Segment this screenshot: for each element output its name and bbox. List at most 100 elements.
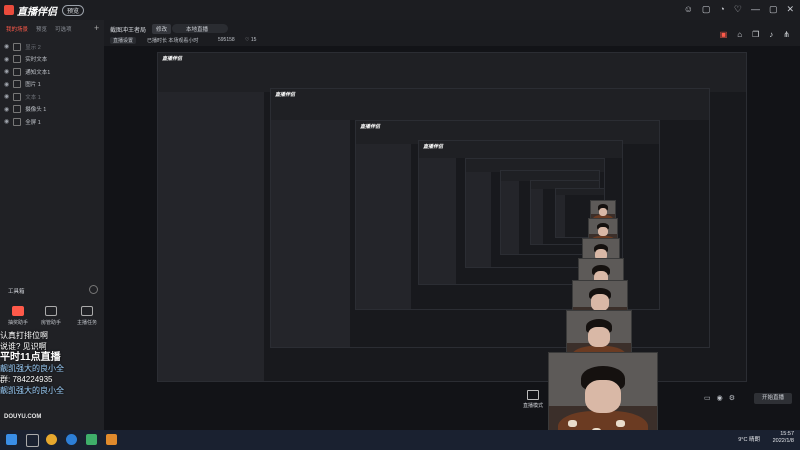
eye-icon[interactable]: ◉ xyxy=(4,81,9,88)
lock-icon[interactable] xyxy=(13,55,22,63)
edge-icon[interactable] xyxy=(66,434,77,445)
bottom-controls: ▭ ◉ ⚙ xyxy=(704,394,735,402)
eye-icon[interactable]: ◉ xyxy=(4,118,9,125)
app-badge[interactable]: 预览 xyxy=(62,4,85,16)
user-icon xyxy=(45,306,57,316)
tool-label: 主播任务 xyxy=(76,320,97,326)
window-control-icon[interactable]: ♡ xyxy=(734,4,742,15)
tool-lottery[interactable]: 抽奖助手 xyxy=(3,306,33,326)
stat-likes: ♡ 15 xyxy=(245,37,257,43)
window-control-icon[interactable]: ☺ xyxy=(684,4,693,15)
lock-icon[interactable] xyxy=(13,42,22,51)
source-row[interactable]: ◉ 文本 1 xyxy=(4,92,100,101)
eye-icon[interactable]: ◉ xyxy=(4,68,9,75)
camera-icon[interactable]: ▭ xyxy=(704,394,711,402)
toolbox-title: 工具箱 xyxy=(8,289,25,295)
system-clock[interactable]: 15:57 2022/1/8 xyxy=(773,431,794,445)
record-icon[interactable]: ▣ xyxy=(720,30,728,39)
window-control-icon[interactable]: ✕ xyxy=(786,4,794,15)
window-control-icon[interactable]: ▢ xyxy=(769,4,778,15)
nested-app-title: 直播伴侣 xyxy=(275,92,296,98)
search-icon[interactable] xyxy=(26,434,39,447)
title-bar xyxy=(0,0,800,20)
overlay-line: 说谁? 见识啊 xyxy=(0,342,47,351)
live-settings-button[interactable]: 直播设置 xyxy=(110,37,137,44)
tool-tasks[interactable]: 主播任务 xyxy=(72,306,102,326)
source-row[interactable]: ◉ 通知文本1 xyxy=(4,67,100,76)
stat-duration: 已播时长 本场观看小时 xyxy=(147,38,199,44)
eye-icon[interactable]: ◉ xyxy=(4,93,9,100)
weather-widget[interactable]: 9°C 晴朗 xyxy=(738,435,760,443)
tab-preview[interactable]: 预览 xyxy=(36,25,47,33)
gear-icon[interactable]: ⚙ xyxy=(729,394,735,402)
nested-side-panel xyxy=(466,171,491,267)
gift-icon xyxy=(12,306,24,316)
source-row[interactable]: ◉ 全屏 1 xyxy=(4,117,100,126)
source-row[interactable]: ◉ 图片 1 xyxy=(4,80,100,89)
source-row[interactable]: ◉ 实时文本 xyxy=(4,55,100,64)
eye-icon[interactable]: ◉ xyxy=(4,56,9,63)
webcam-face xyxy=(598,226,608,237)
edit-button[interactable]: 修改 xyxy=(152,24,172,34)
tab-options[interactable]: 可选项 xyxy=(55,25,72,33)
webcam-face xyxy=(590,294,610,311)
stream-overlay-text: 认真打排位啊 说谁? 见识啊 平时11点直播 靓凯强大的良小全 群: 78422… xyxy=(0,330,110,396)
app-icon[interactable] xyxy=(86,434,97,445)
source-label: 文本 1 xyxy=(25,94,41,101)
livestream-app-icon[interactable] xyxy=(106,434,117,445)
nested-title-bar xyxy=(158,53,746,93)
lock-icon[interactable] xyxy=(13,117,22,126)
nested-side-panel xyxy=(556,194,565,237)
logo-icon xyxy=(4,5,14,15)
task-icon xyxy=(81,306,93,316)
mic-icon[interactable]: ◉ xyxy=(717,394,723,402)
overlay-line: 靓凯强大的良小全 xyxy=(0,364,64,373)
app-logo: 直播伴侣 预览 xyxy=(4,3,85,18)
window-controls: ☺ ▢ ◔ ♡ — ▢ ✕ xyxy=(684,4,794,15)
shirt-pattern-dot xyxy=(568,420,578,427)
toolbox-more-icon[interactable] xyxy=(89,285,98,294)
tool-label: 房管助手 xyxy=(40,320,61,326)
window-control-icon[interactable]: ◔ xyxy=(719,4,724,15)
nested-side-panel xyxy=(531,188,544,244)
windows-start-icon[interactable] xyxy=(6,434,17,445)
lock-icon[interactable] xyxy=(13,67,22,76)
overlay-line: 认真打排位啊 xyxy=(0,331,48,340)
eye-icon[interactable]: ◉ xyxy=(4,43,9,50)
app-title: 直播伴侣 xyxy=(17,6,57,18)
lock-icon[interactable] xyxy=(13,80,22,88)
tool-label: 抽奖助手 xyxy=(7,320,28,326)
chrome-icon[interactable] xyxy=(46,434,57,445)
nested-app-title: 直播伴侣 xyxy=(423,144,444,150)
start-live-button[interactable]: 开始直播 xyxy=(754,393,792,404)
window-control-icon[interactable]: — xyxy=(751,4,760,15)
webcam-face xyxy=(588,327,610,347)
lock-icon[interactable] xyxy=(13,92,22,101)
source-row[interactable]: ◉ 摄像头 1 xyxy=(4,105,100,114)
source-label: 显示 2 xyxy=(25,44,41,51)
nested-app-title: 直播伴侣 xyxy=(360,124,381,130)
share-icon[interactable]: ⋔ xyxy=(783,30,790,39)
lock-icon[interactable] xyxy=(13,105,22,113)
bell-icon[interactable]: ♪ xyxy=(769,30,773,39)
taskbar xyxy=(0,430,800,450)
tool-room-manager[interactable]: 房管助手 xyxy=(36,306,66,326)
lock-icon[interactable]: ⌂ xyxy=(737,30,742,39)
add-scene-button[interactable]: + xyxy=(94,23,99,33)
source-label: 图片 1 xyxy=(25,82,41,88)
douyu-watermark: DOUYU.COM xyxy=(4,414,42,420)
stat-viewers: 595158 xyxy=(218,37,235,43)
nested-app-title: 直播伴侣 xyxy=(162,56,183,62)
live-mode-button[interactable]: 直播模式 xyxy=(518,390,548,409)
clock-date: 2022/1/8 xyxy=(772,438,794,444)
copy-icon[interactable]: ❐ xyxy=(752,30,759,39)
window-control-icon[interactable]: ▢ xyxy=(702,4,711,15)
nested-side-panel xyxy=(501,180,519,254)
eye-icon[interactable]: ◉ xyxy=(4,106,9,113)
tab-my-scenes[interactable]: 我的场景 xyxy=(6,25,28,33)
right-toolbar: ▣ ⌂ ❐ ♪ ⋔ xyxy=(720,30,790,39)
source-row[interactable]: ◉ 显示 2 xyxy=(4,42,100,51)
mode-selector[interactable]: 本地直播 xyxy=(172,24,228,33)
live-mode-label: 直播模式 xyxy=(522,403,543,409)
shirt-pattern-dot xyxy=(615,420,625,427)
